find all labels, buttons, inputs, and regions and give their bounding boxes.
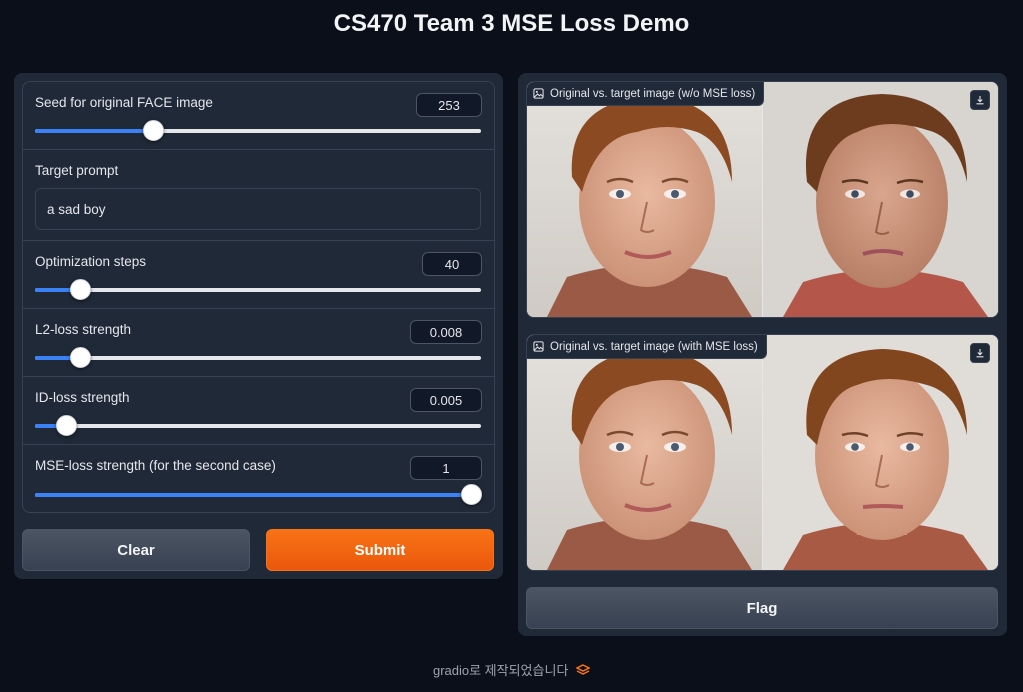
steps-slider-thumb[interactable] [69, 279, 91, 300]
output-image-without-mse: Original vs. target image (w/o MSE loss) [526, 81, 999, 318]
footer: gradio로 제작되었습니다 [0, 660, 1023, 679]
l2-slider[interactable] [35, 347, 481, 368]
id-slider-block: ID-loss strength 0.005 [23, 377, 494, 445]
seed-slider-fill [35, 129, 154, 133]
mse-slider-thumb[interactable] [461, 484, 483, 505]
mse-slider-block: MSE-loss strength (for the second case) … [23, 445, 494, 512]
id-slider-thumb[interactable] [56, 415, 78, 436]
prompt-label: Target prompt [35, 163, 119, 178]
image-label: Original vs. target image (with MSE loss… [527, 335, 767, 359]
image-icon [533, 88, 544, 99]
steps-slider-block: Optimization steps 40 [23, 241, 494, 309]
seed-label: Seed for original FACE image [35, 95, 213, 110]
id-label: ID-loss strength [35, 390, 130, 405]
id-number-input[interactable]: 0.005 [410, 388, 482, 412]
face-comparison-image [527, 82, 998, 317]
mse-label: MSE-loss strength (for the second case) [35, 458, 276, 473]
footer-text[interactable]: gradio로 제작되었습니다 [433, 663, 568, 678]
l2-number-input[interactable]: 0.008 [410, 320, 482, 344]
image-label: Original vs. target image (w/o MSE loss) [527, 82, 765, 106]
prompt-textbox[interactable]: a sad boy [35, 188, 481, 230]
seed-slider-thumb[interactable] [143, 120, 165, 141]
output-image-with-mse: Original vs. target image (with MSE loss… [526, 334, 999, 571]
page-title: CS470 Team 3 MSE Loss Demo [333, 10, 690, 37]
output-panel: Original vs. target image (w/o MSE loss) [518, 73, 1007, 636]
id-slider[interactable] [35, 415, 481, 436]
l2-label: L2-loss strength [35, 322, 132, 337]
seed-number-input[interactable]: 253 [416, 93, 482, 117]
clear-button[interactable]: Clear [22, 529, 250, 571]
steps-label: Optimization steps [35, 254, 147, 269]
flag-button[interactable]: Flag [526, 587, 998, 629]
image-icon [533, 341, 544, 352]
download-icon[interactable] [970, 90, 990, 110]
seed-slider-block: Seed for original FACE image 253 [23, 82, 494, 150]
mse-number-input[interactable]: 1 [410, 456, 482, 480]
mse-slider[interactable] [35, 484, 483, 505]
input-panel: Seed for original FACE image 253 Target … [14, 73, 503, 579]
steps-number-input[interactable]: 40 [422, 252, 482, 276]
l2-slider-thumb[interactable] [69, 347, 91, 368]
steps-slider[interactable] [35, 279, 481, 300]
submit-button[interactable]: Submit [266, 529, 494, 571]
prompt-block: Target prompt a sad boy [23, 150, 494, 241]
l2-slider-block: L2-loss strength 0.008 [23, 309, 494, 377]
gradio-logo-icon [575, 664, 591, 675]
face-comparison-image [527, 335, 998, 570]
mse-slider-fill [35, 493, 472, 497]
input-form: Seed for original FACE image 253 Target … [22, 81, 495, 513]
seed-slider[interactable] [35, 120, 481, 141]
image-label-text: Original vs. target image (w/o MSE loss) [550, 87, 756, 100]
image-label-text: Original vs. target image (with MSE loss… [550, 340, 758, 353]
download-icon[interactable] [970, 343, 990, 363]
